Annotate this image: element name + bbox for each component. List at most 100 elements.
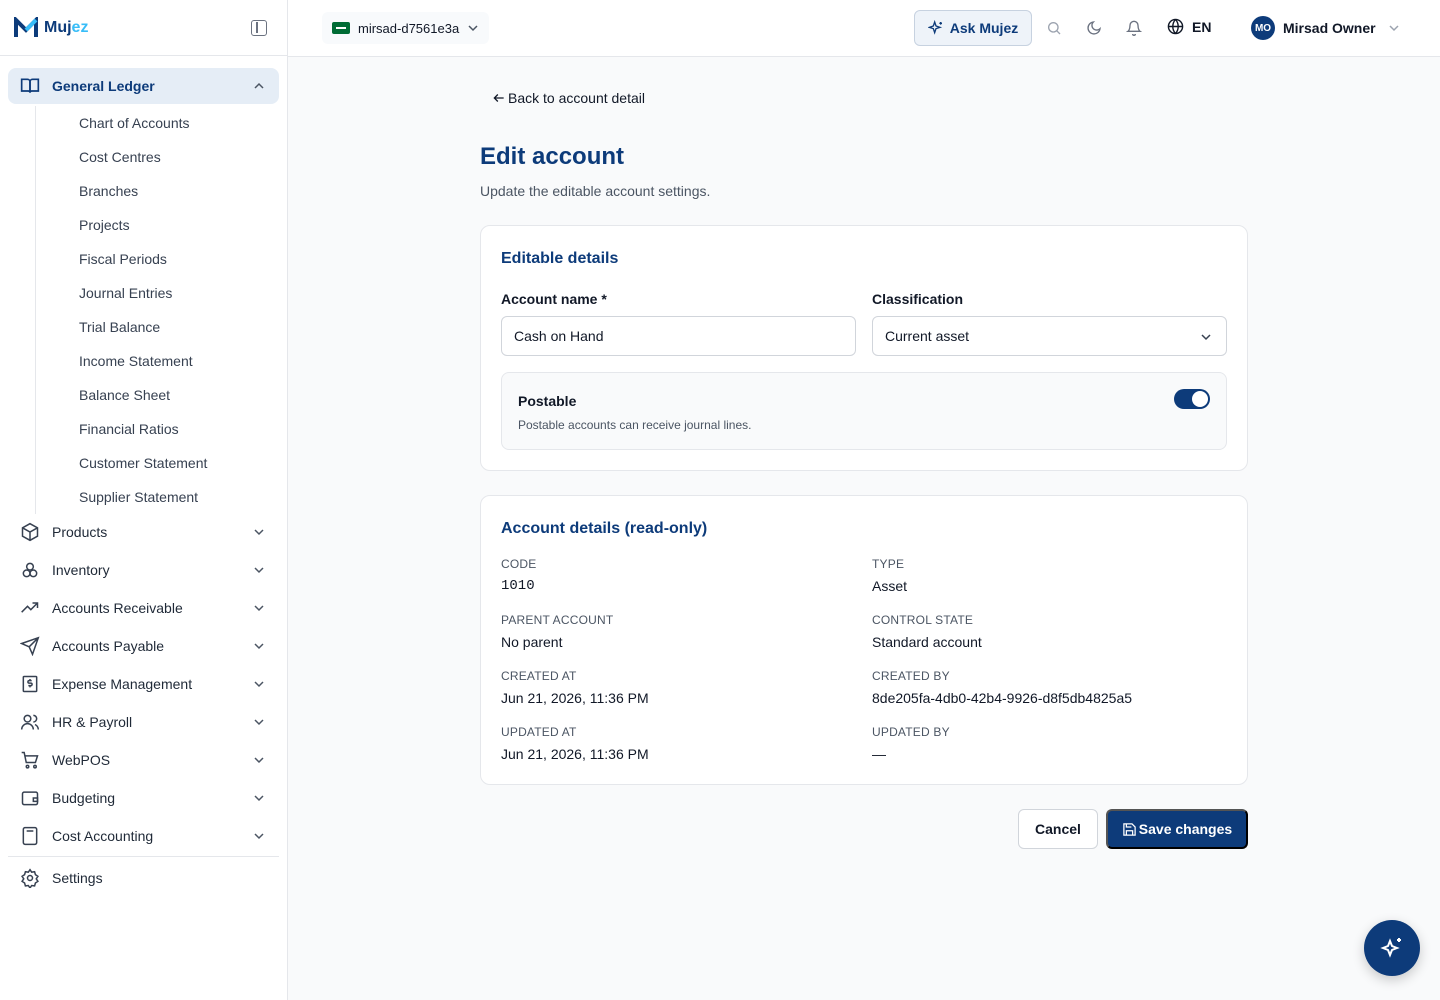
sidebar-item-fiscal-periods[interactable]: Fiscal Periods	[71, 242, 279, 276]
sidebar-item-balance-sheet[interactable]: Balance Sheet	[71, 378, 279, 412]
mujez-logo-icon	[14, 16, 38, 37]
save-icon	[1123, 822, 1136, 836]
postable-setting: Postable Postable accounts can receive j…	[501, 372, 1227, 450]
sidebar-item-cost-centres[interactable]: Cost Centres	[71, 140, 279, 174]
user-menu[interactable]: MO Mirsad Owner	[1251, 16, 1400, 40]
sidebar-group-expense-management[interactable]: Expense Management	[8, 666, 279, 702]
chevron-down-icon	[254, 795, 264, 802]
chevron-down-icon	[254, 605, 264, 612]
sidebar-group-webpos[interactable]: WebPOS	[8, 742, 279, 778]
sidebar-group-general-ledger[interactable]: General Ledger	[8, 68, 279, 104]
chevron-down-icon	[468, 25, 478, 32]
org-switcher[interactable]: mirsad-d7561e3a	[322, 12, 490, 44]
sidebar-divider	[8, 856, 279, 857]
type-value: Asset	[872, 578, 908, 594]
flag-icon	[332, 22, 350, 34]
created-at-label: CREATED AT	[501, 669, 577, 683]
sidebar-group-products[interactable]: Products	[8, 514, 279, 550]
postable-description: Postable accounts can receive journal li…	[518, 418, 752, 432]
created-at-value: Jun 21, 2026, 11:36 PM	[501, 690, 649, 706]
chevron-down-icon	[254, 529, 264, 536]
sidebar-item-financial-ratios[interactable]: Financial Ratios	[71, 412, 279, 446]
classification-select[interactable]: Current asset	[872, 316, 1227, 356]
back-link-label: Back to account detail	[508, 90, 645, 106]
sidebar-group-hr-payroll[interactable]: HR & Payroll	[8, 704, 279, 740]
postable-toggle[interactable]	[1174, 389, 1210, 409]
sidebar-group-label: WebPOS	[52, 752, 111, 768]
brand-name: Mujez	[44, 18, 89, 36]
cancel-button[interactable]: Cancel	[1018, 809, 1098, 849]
ask-mujez-label: Ask Mujez	[949, 20, 1019, 36]
created-by-value: 8de205fa-4db0-42b4-9926-d8f5db4825a5	[872, 690, 1133, 706]
sidebar-group-budgeting[interactable]: Budgeting	[8, 780, 279, 816]
send-icon	[20, 636, 40, 656]
moon-icon[interactable]	[1084, 18, 1104, 38]
language-label: EN	[1192, 18, 1212, 35]
sidebar-item-income-statement[interactable]: Income Statement	[71, 344, 279, 378]
package-icon	[20, 522, 40, 542]
chevron-down-icon	[254, 719, 264, 726]
sidebar-item-trial-balance[interactable]: Trial Balance	[71, 310, 279, 344]
parent-account-label: PARENT ACCOUNT	[501, 613, 614, 627]
chevron-down-icon	[254, 757, 264, 764]
sidebar-group-label: Products	[52, 524, 108, 540]
updated-by-value: —	[872, 746, 886, 762]
created-by-label: CREATED BY	[872, 669, 950, 683]
brand-logo[interactable]: Mujez	[14, 16, 89, 39]
save-button[interactable]: Save changes	[1106, 809, 1248, 849]
sidebar-group-accounts-payable[interactable]: Accounts Payable	[8, 628, 279, 664]
sidebar-group-label: Accounts Payable	[52, 638, 165, 654]
back-link[interactable]: Back to account detail	[492, 90, 645, 106]
sidebar-group-cost-accounting[interactable]: Cost Accounting	[8, 818, 279, 854]
user-name: Mirsad Owner	[1283, 20, 1376, 36]
sidebar-collapse-icon[interactable]	[251, 20, 267, 36]
card-title: Editable details	[501, 250, 619, 267]
ai-assistant-fab[interactable]	[1364, 920, 1420, 976]
sidebar-group-label: Inventory	[52, 562, 110, 578]
arrow-left-icon	[493, 94, 504, 102]
chevron-down-icon	[1201, 334, 1211, 341]
users-icon	[20, 712, 40, 732]
code-label: CODE	[501, 557, 537, 571]
book-open-icon	[20, 76, 40, 96]
sidebar-item-customer-statement[interactable]: Customer Statement	[71, 446, 279, 480]
sparkles-icon	[1380, 938, 1401, 958]
sidebar-item-projects[interactable]: Projects	[71, 208, 279, 242]
gear-icon	[20, 868, 40, 888]
chevron-up-icon	[254, 82, 264, 89]
ask-mujez-button[interactable]: Ask Mujez	[914, 10, 1032, 46]
account-name-input[interactable]	[501, 316, 856, 356]
updated-by-label: UPDATED BY	[872, 725, 950, 739]
card-title: Account details (read-only)	[501, 520, 708, 537]
sidebar-item-settings[interactable]: Settings	[8, 860, 279, 896]
page-title: Edit account	[480, 143, 625, 170]
sidebar-item-label: Settings	[52, 870, 103, 886]
sidebar-item-chart-of-accounts[interactable]: Chart of Accounts	[71, 106, 279, 140]
chevron-down-icon	[254, 643, 264, 650]
bell-icon[interactable]	[1124, 18, 1144, 38]
sidebar-item-supplier-statement[interactable]: Supplier Statement	[71, 480, 279, 514]
topbar: mirsad-d7561e3a Ask Mujez EN MO Mirsad O…	[288, 0, 1440, 57]
sidebar-group-inventory[interactable]: Inventory	[8, 552, 279, 588]
sidebar-item-journal-entries[interactable]: Journal Entries	[71, 276, 279, 310]
page-subtitle: Update the editable account settings.	[480, 183, 711, 199]
sidebar-item-branches[interactable]: Branches	[71, 174, 279, 208]
calculator-icon	[20, 826, 40, 846]
sidebar-group-label: Cost Accounting	[52, 828, 154, 844]
chevron-down-icon	[1389, 25, 1399, 32]
cart-icon	[20, 750, 40, 770]
general-ledger-submenu: Chart of Accounts Cost Centres Branches …	[35, 106, 279, 514]
postable-title: Postable	[518, 393, 577, 409]
sidebar-group-label: Expense Management	[52, 676, 193, 692]
control-state-label: CONTROL STATE	[872, 613, 974, 627]
wallet-icon	[20, 788, 40, 808]
code-value: 1010	[501, 578, 535, 594]
classification-label: Classification	[872, 291, 964, 307]
sidebar-nav: General Ledger Chart of Accounts Cost Ce…	[0, 56, 287, 896]
sidebar-group-label: General Ledger	[52, 78, 155, 94]
classification-value: Current asset	[885, 328, 970, 344]
sidebar-group-accounts-receivable[interactable]: Accounts Receivable	[8, 590, 279, 626]
sidebar-group-label: Budgeting	[52, 790, 116, 806]
language-switcher[interactable]: EN	[1167, 18, 1211, 35]
search-icon[interactable]	[1044, 18, 1064, 38]
